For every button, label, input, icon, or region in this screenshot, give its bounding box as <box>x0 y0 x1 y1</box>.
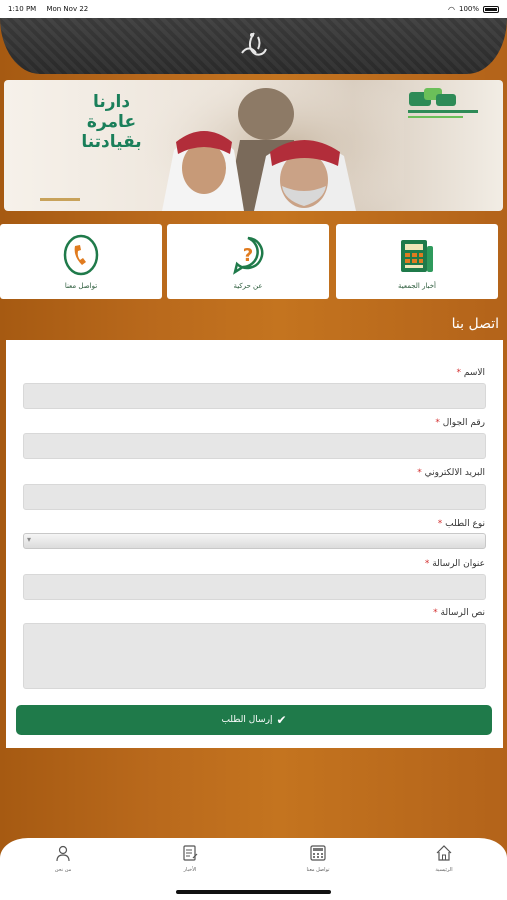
user-icon <box>56 845 70 862</box>
tile-contact-label: تواصل معنا <box>64 281 98 290</box>
select-arrow-icon: ▾ <box>27 535 32 544</box>
message-textarea[interactable] <box>23 623 486 689</box>
status-bar: 1:10 PM Mon Nov 22 ◠ 100% <box>0 0 507 18</box>
slogan-line-1: دارنا <box>92 92 131 112</box>
battery-icon <box>483 5 499 13</box>
document-edit-icon <box>183 845 198 861</box>
name-field[interactable] <box>23 383 486 409</box>
question-icon: ? <box>233 236 264 275</box>
required-mark: * <box>437 519 443 529</box>
phone-icon <box>63 234 99 275</box>
home-icon <box>436 845 452 861</box>
nav-news-label: الأخبار <box>183 867 197 873</box>
slogan-line-2: عامرة <box>86 112 137 132</box>
email-label: البريد الالكتروني * <box>417 468 485 478</box>
nav-home[interactable]: الرئيسية <box>414 844 474 873</box>
nav-about-label: من نحن <box>54 867 72 873</box>
app-logo-icon <box>240 32 267 56</box>
subject-field[interactable] <box>23 574 486 600</box>
tile-about-label: عن حركية <box>233 281 263 290</box>
banner-slogan: دارنا عامرة بقيادتنا <box>64 92 159 152</box>
slogan-line-3: بقيادتنا <box>81 132 142 152</box>
required-mark: * <box>435 418 440 428</box>
tile-about[interactable]: ? عن حركية <box>167 224 329 299</box>
status-left: 1:10 PM Mon Nov 22 <box>8 5 96 13</box>
newspaper-icon <box>401 239 433 272</box>
required-mark: * <box>417 468 422 478</box>
nav-contact-label: تواصل معنا <box>306 867 330 873</box>
mobile-label: رقم الجوال * <box>435 418 485 428</box>
email-field[interactable] <box>23 484 486 510</box>
required-mark: * <box>424 559 430 569</box>
page-title: اتصل بنا <box>451 316 499 332</box>
submit-label: إرسال الطلب <box>221 715 273 725</box>
nav-news[interactable]: الأخبار <box>160 844 220 873</box>
required-mark: * <box>456 368 461 378</box>
quick-tiles: تواصل معنا ? عن حركية أخبار الجمعية <box>0 224 507 300</box>
submit-button[interactable]: إرسال الطلب ✔ <box>16 705 492 735</box>
calculator-icon <box>310 845 326 861</box>
mobile-field[interactable] <box>23 433 486 459</box>
check-icon: ✔ <box>276 713 287 727</box>
name-label: الاسم * <box>456 368 485 378</box>
svg-text:?: ? <box>243 245 253 266</box>
hero-banner[interactable]: دارنا عامرة بقيادتنا <box>4 80 503 211</box>
tile-news[interactable]: أخبار الجمعية <box>336 224 498 299</box>
request-type-select[interactable]: ▾ <box>23 533 486 549</box>
status-right: ◠ 100% <box>448 5 499 14</box>
message-label: نص الرسالة * <box>433 608 485 618</box>
wifi-icon: ◠ <box>448 4 455 14</box>
nav-home-label: الرئيسية <box>435 867 453 873</box>
required-mark: * <box>433 608 438 618</box>
battery-percent: 100% <box>458 5 479 13</box>
status-date: Mon Nov 22 <box>46 5 89 13</box>
subject-label: عنوان الرسالة * <box>424 559 485 569</box>
home-indicator[interactable] <box>176 890 331 894</box>
request-type-label: نوع الطلب * <box>437 519 485 529</box>
tile-news-label: أخبار الجمعية <box>397 281 436 290</box>
contact-form: الاسم * رقم الجوال * البريد الالكتروني *… <box>6 340 503 748</box>
nav-about[interactable]: من نحن <box>33 844 93 873</box>
status-time: 1:10 PM <box>8 5 37 13</box>
app-header <box>0 18 507 74</box>
nav-contact[interactable]: تواصل معنا <box>288 844 348 873</box>
tile-contact-us[interactable]: تواصل معنا <box>0 224 162 299</box>
